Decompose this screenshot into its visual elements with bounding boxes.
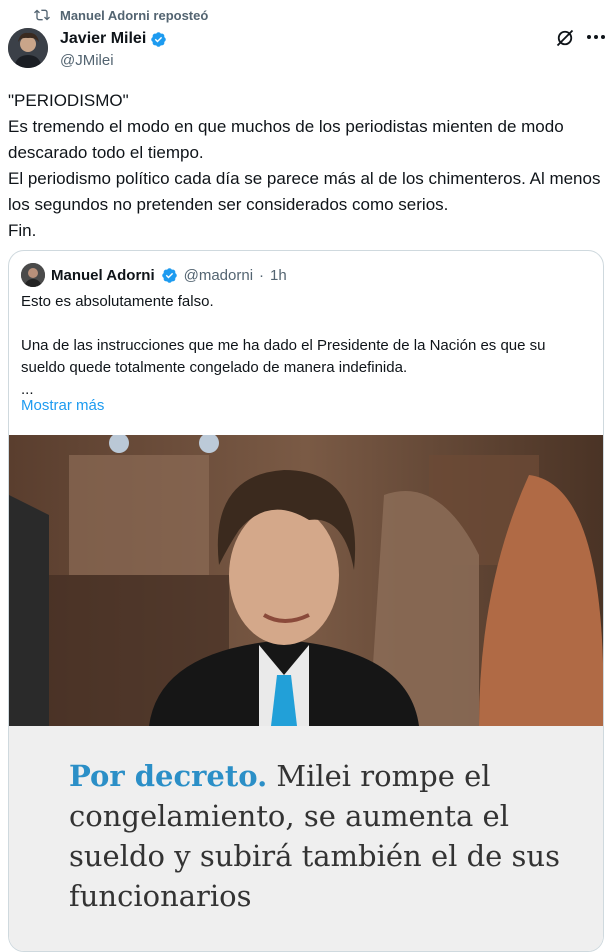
headline-accent: Por decreto.	[69, 759, 268, 793]
repost-icon	[34, 9, 50, 21]
author-block: Javier Milei @JMilei	[60, 29, 167, 69]
author-name[interactable]: Javier Milei	[60, 30, 146, 48]
show-more-link[interactable]: Mostrar más	[21, 397, 104, 414]
quote-avatar[interactable]	[21, 263, 45, 287]
article-photo[interactable]	[9, 435, 603, 726]
author-handle[interactable]: @JMilei	[60, 52, 167, 69]
repost-label: Manuel Adorni reposteó	[60, 7, 209, 23]
grok-icon[interactable]	[555, 28, 575, 48]
quoted-tweet[interactable]: Manuel Adorni @madorni · 1h Esto es abso…	[8, 250, 604, 952]
avatar[interactable]	[8, 28, 48, 68]
article-headline[interactable]: Por decreto. Milei rompe el congelamient…	[69, 756, 569, 916]
tweet-text: "PERIODISMO" Es tremendo el modo en que …	[8, 91, 601, 240]
meta-separator: ·	[259, 266, 265, 284]
quote-timestamp[interactable]: 1h	[270, 267, 287, 284]
more-options-icon[interactable]	[585, 34, 607, 40]
quote-author-handle[interactable]: @madorni	[184, 267, 253, 284]
quote-author-name[interactable]: Manuel Adorni	[51, 267, 155, 284]
verified-badge-icon	[161, 267, 177, 283]
quote-header: Manuel Adorni @madorni · 1h	[21, 263, 287, 287]
repost-indicator[interactable]: Manuel Adorni reposteó	[34, 6, 208, 24]
verified-badge-icon	[151, 31, 167, 47]
quote-text: Esto es absolutamente falso. Una de las …	[21, 293, 546, 398]
